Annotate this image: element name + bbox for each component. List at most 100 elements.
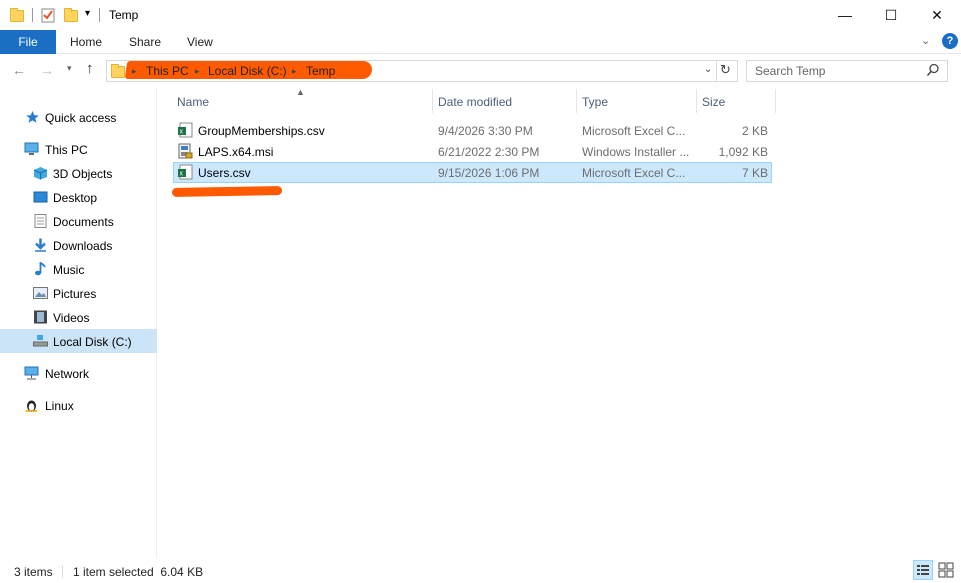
tab-view[interactable]: View (187, 30, 213, 54)
details-view-icon[interactable] (913, 560, 933, 580)
folder-icon (10, 8, 24, 22)
star-icon (26, 111, 39, 123)
column-header-size[interactable]: Size (702, 95, 725, 109)
properties-icon[interactable] (41, 7, 55, 23)
sidebar-item-3d-objects[interactable]: 3D Objects (0, 161, 157, 185)
status-bar: 3 items 1 item selected 6.04 KB (0, 560, 961, 583)
large-icons-view-icon[interactable] (936, 560, 956, 580)
sidebar-item-label: Downloads (53, 239, 113, 253)
file-size: 2 KB (741, 124, 768, 138)
excel-csv-icon: x (178, 164, 193, 180)
column-divider[interactable] (432, 89, 433, 113)
customize-quick-access-icon[interactable]: ▾ (85, 8, 90, 19)
column-header-name[interactable]: Name (177, 95, 209, 109)
file-type: Microsoft Excel C... (582, 124, 686, 138)
tab-file[interactable]: File (0, 30, 56, 54)
column-header-type[interactable]: Type (582, 95, 608, 109)
file-size: 1,092 KB (718, 145, 768, 159)
3d-objects-icon (33, 167, 48, 180)
column-header-date-modified[interactable]: Date modified (438, 95, 512, 109)
separator (99, 8, 100, 22)
sidebar-item-linux[interactable]: Linux (0, 393, 157, 417)
sidebar-item-this-pc[interactable]: This PC (0, 137, 157, 161)
file-date: 9/4/2026 3:30 PM (438, 124, 533, 138)
excel-csv-icon: x (178, 122, 193, 138)
sidebar-item-quick-access[interactable]: Quick access (0, 105, 157, 129)
sidebar-item-downloads[interactable]: Downloads (0, 233, 157, 257)
sort-ascending-icon: ▲ (296, 87, 305, 97)
selection-info: 1 item selected 6.04 KB (73, 565, 204, 579)
sidebar-item-local-disk[interactable]: Local Disk (C:) (0, 329, 157, 353)
breadcrumb-chevron-icon[interactable]: ▸ (132, 66, 137, 77)
window-title: Temp (109, 8, 139, 22)
column-divider[interactable] (696, 89, 697, 113)
breadcrumb-local-disk[interactable]: Local Disk (C:) (208, 64, 287, 78)
sidebar-item-label: Local Disk (C:) (53, 335, 132, 349)
breadcrumb-this-pc[interactable]: This PC (146, 64, 189, 78)
recent-locations-icon[interactable]: ▾ (67, 63, 72, 74)
sidebar-item-desktop[interactable]: Desktop (0, 185, 157, 209)
minimize-button[interactable]: — (822, 0, 868, 30)
network-icon (24, 366, 39, 380)
sidebar-item-pictures[interactable]: Pictures (0, 281, 157, 305)
sidebar-item-label: Linux (45, 399, 74, 413)
up-arrow-icon[interactable]: ↑ (86, 60, 94, 77)
sidebar-item-label: Network (45, 367, 90, 381)
redaction-mark (171, 186, 283, 197)
item-count: 3 items (14, 565, 53, 579)
sidebar-item-label: Videos (53, 311, 90, 325)
back-arrow-icon[interactable]: ← (12, 62, 26, 78)
file-date: 9/15/2026 1:06 PM (438, 166, 540, 180)
title-bar: ▾ Temp — ☐ ✕ (0, 0, 961, 30)
sidebar-item-music[interactable]: Music (0, 257, 157, 281)
search-icon[interactable] (926, 63, 940, 77)
address-folder-icon (111, 64, 125, 78)
sidebar-item-label: Pictures (53, 287, 97, 301)
svg-text:x: x (180, 171, 184, 178)
file-row-selected[interactable]: x Users.csv 9/15/2026 1:06 PM Microsoft … (173, 162, 772, 183)
file-name: Users.csv (198, 166, 251, 180)
file-row[interactable]: x GroupMemberships.csv 9/4/2026 3:30 PM … (173, 120, 772, 141)
breadcrumb-temp[interactable]: Temp (306, 64, 335, 78)
desktop-icon (33, 191, 48, 203)
separator (62, 565, 63, 578)
tab-share[interactable]: Share (129, 30, 161, 54)
address-dropdown-icon[interactable]: ⌄ (704, 64, 712, 75)
documents-icon (34, 214, 47, 228)
sidebar-item-label: Desktop (53, 191, 98, 205)
breadcrumb-chevron-icon[interactable]: ▸ (292, 66, 297, 77)
expand-ribbon-icon[interactable]: ⌄ (921, 34, 930, 47)
sidebar-item-label: 3D Objects (53, 167, 113, 181)
sidebar-item-label: Documents (53, 215, 114, 229)
drive-icon (33, 335, 48, 347)
refresh-icon[interactable]: ↻ (720, 62, 731, 78)
sidebar-item-label: This PC (45, 143, 88, 157)
file-type: Microsoft Excel C... (582, 166, 686, 180)
new-folder-icon[interactable] (64, 8, 78, 22)
maximize-button[interactable]: ☐ (868, 0, 914, 30)
forward-arrow-icon[interactable]: → (40, 62, 54, 78)
file-date: 6/21/2022 2:30 PM (438, 145, 540, 159)
downloads-icon (35, 238, 46, 252)
search-placeholder: Search Temp (755, 64, 826, 78)
sidebar-item-videos[interactable]: Videos (0, 305, 157, 329)
music-icon (35, 262, 46, 276)
tab-home[interactable]: Home (70, 30, 102, 54)
breadcrumb-chevron-icon[interactable]: ▸ (195, 66, 200, 77)
close-button[interactable]: ✕ (914, 0, 960, 30)
file-name: LAPS.x64.msi (198, 145, 274, 159)
file-row[interactable]: LAPS.x64.msi 6/21/2022 2:30 PM Windows I… (173, 141, 772, 162)
column-divider[interactable] (775, 89, 776, 113)
separator (32, 8, 33, 22)
svg-text:x: x (180, 129, 184, 136)
help-button[interactable]: ? (942, 33, 958, 49)
sidebar-item-label: Quick access (45, 111, 117, 125)
pc-icon (24, 142, 39, 155)
linux-icon (25, 400, 38, 412)
videos-icon (34, 310, 47, 324)
column-divider[interactable] (576, 89, 577, 113)
file-type: Windows Installer ... (582, 145, 690, 159)
sidebar-item-documents[interactable]: Documents (0, 209, 157, 233)
ribbon-tabs: File Home Share View (0, 30, 961, 54)
sidebar-item-network[interactable]: Network (0, 361, 157, 385)
